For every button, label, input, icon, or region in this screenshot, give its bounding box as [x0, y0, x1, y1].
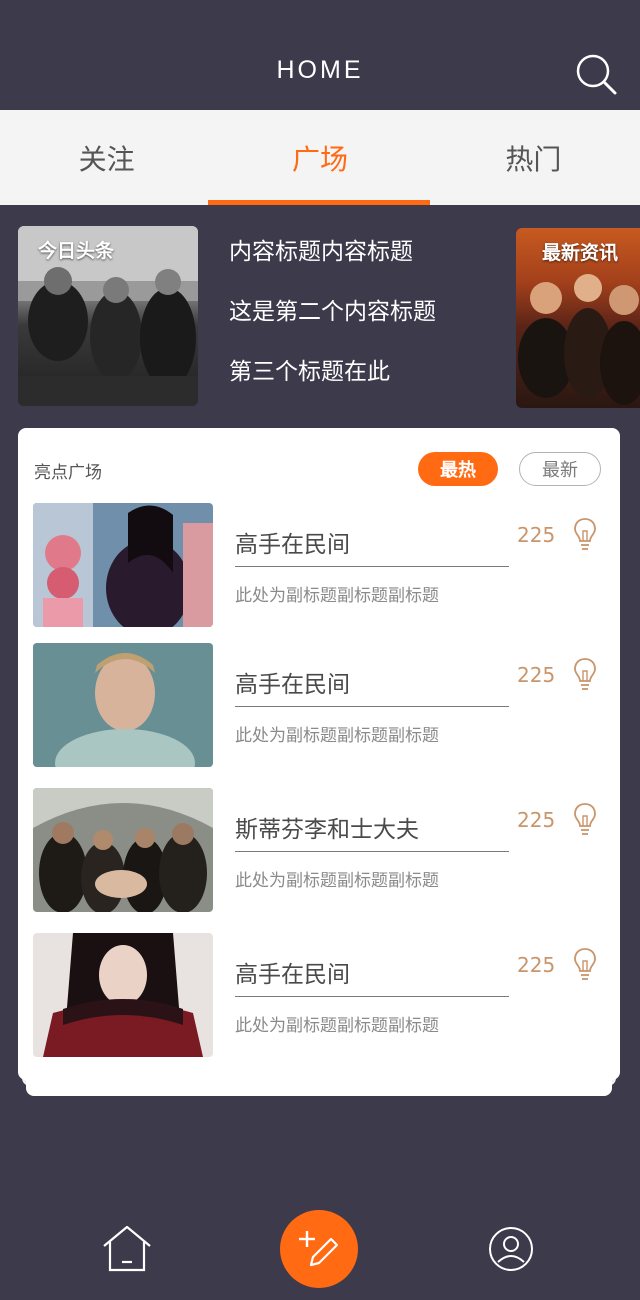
banner-card-news[interactable]: 最新资讯: [516, 228, 640, 408]
lightbulb-icon[interactable]: [573, 517, 597, 551]
item-thumbnail: [33, 643, 213, 767]
search-icon: [576, 54, 617, 95]
sort-hot-button[interactable]: 最热: [418, 452, 498, 486]
nav-home-button[interactable]: [100, 1224, 154, 1274]
list-item[interactable]: 高手在民间 此处为副标题副标题副标题 225: [33, 503, 605, 627]
nav-profile-button[interactable]: [488, 1226, 534, 1272]
page-title: HOME: [276, 56, 364, 84]
sort-new-button[interactable]: 最新: [519, 452, 601, 486]
divider: [235, 706, 509, 707]
divider: [235, 851, 509, 852]
item-thumbnail: [33, 933, 213, 1057]
lightbulb-icon[interactable]: [573, 947, 597, 981]
thumbnail-image: [33, 503, 213, 627]
thumbnail-image: [33, 933, 213, 1057]
card-title: 亮点广场: [34, 463, 102, 483]
search-button[interactable]: [574, 52, 618, 96]
tab-follow[interactable]: 关注: [0, 110, 213, 205]
banner-card-today[interactable]: 今日头条: [18, 226, 198, 406]
like-count: 225: [517, 808, 556, 832]
like-count: 225: [517, 523, 556, 547]
item-title: 高手在民间: [235, 532, 350, 558]
item-subtitle: 此处为副标题副标题副标题: [235, 726, 439, 746]
tab-plaza[interactable]: 广场: [213, 110, 426, 205]
list-item[interactable]: 高手在民间 此处为副标题副标题副标题 225: [33, 643, 605, 767]
divider: [235, 996, 509, 997]
banner-tag-news: 最新资讯: [542, 242, 619, 264]
item-subtitle: 此处为副标题副标题副标题: [235, 871, 439, 891]
headline-item[interactable]: 这是第二个内容标题: [229, 292, 499, 352]
app-header: HOME: [0, 0, 640, 110]
lightbulb-icon[interactable]: [573, 802, 597, 836]
like-count: 225: [517, 953, 556, 977]
item-subtitle: 此处为副标题副标题副标题: [235, 1016, 439, 1036]
headline-item[interactable]: 内容标题内容标题: [229, 232, 499, 292]
thumbnail-image: [33, 788, 213, 912]
user-icon: [489, 1227, 533, 1271]
tab-bar: 关注 广场 热门: [0, 110, 640, 205]
home-icon: [103, 1225, 151, 1272]
item-thumbnail: [33, 503, 213, 627]
item-thumbnail: [33, 788, 213, 912]
active-tab-indicator: [208, 200, 430, 205]
item-subtitle: 此处为副标题副标题副标题: [235, 586, 439, 606]
headline-list: 内容标题内容标题 这是第二个内容标题 第三个标题在此: [229, 232, 499, 412]
headline-item[interactable]: 第三个标题在此: [229, 352, 499, 412]
add-post-icon: [299, 1231, 339, 1267]
divider: [235, 566, 509, 567]
thumbnail-image: [33, 643, 213, 767]
banner-tag-today: 今日头条: [38, 240, 115, 262]
list-item[interactable]: 斯蒂芬李和士大夫 此处为副标题副标题副标题 225: [33, 788, 605, 912]
like-count: 225: [517, 663, 556, 687]
lightbulb-icon[interactable]: [573, 657, 597, 691]
nav-add-post-button[interactable]: [280, 1210, 358, 1288]
tab-hot[interactable]: 热门: [427, 110, 640, 205]
item-title: 高手在民间: [235, 672, 350, 698]
item-title: 高手在民间: [235, 962, 350, 988]
list-item[interactable]: 高手在民间 此处为副标题副标题副标题 225: [33, 933, 605, 1057]
highlight-plaza-card: 亮点广场 最热 最新 高手在民间 此处为副标题副标题副标题 225 高手在民间 …: [18, 428, 620, 1080]
item-title: 斯蒂芬李和士大夫: [235, 817, 419, 843]
